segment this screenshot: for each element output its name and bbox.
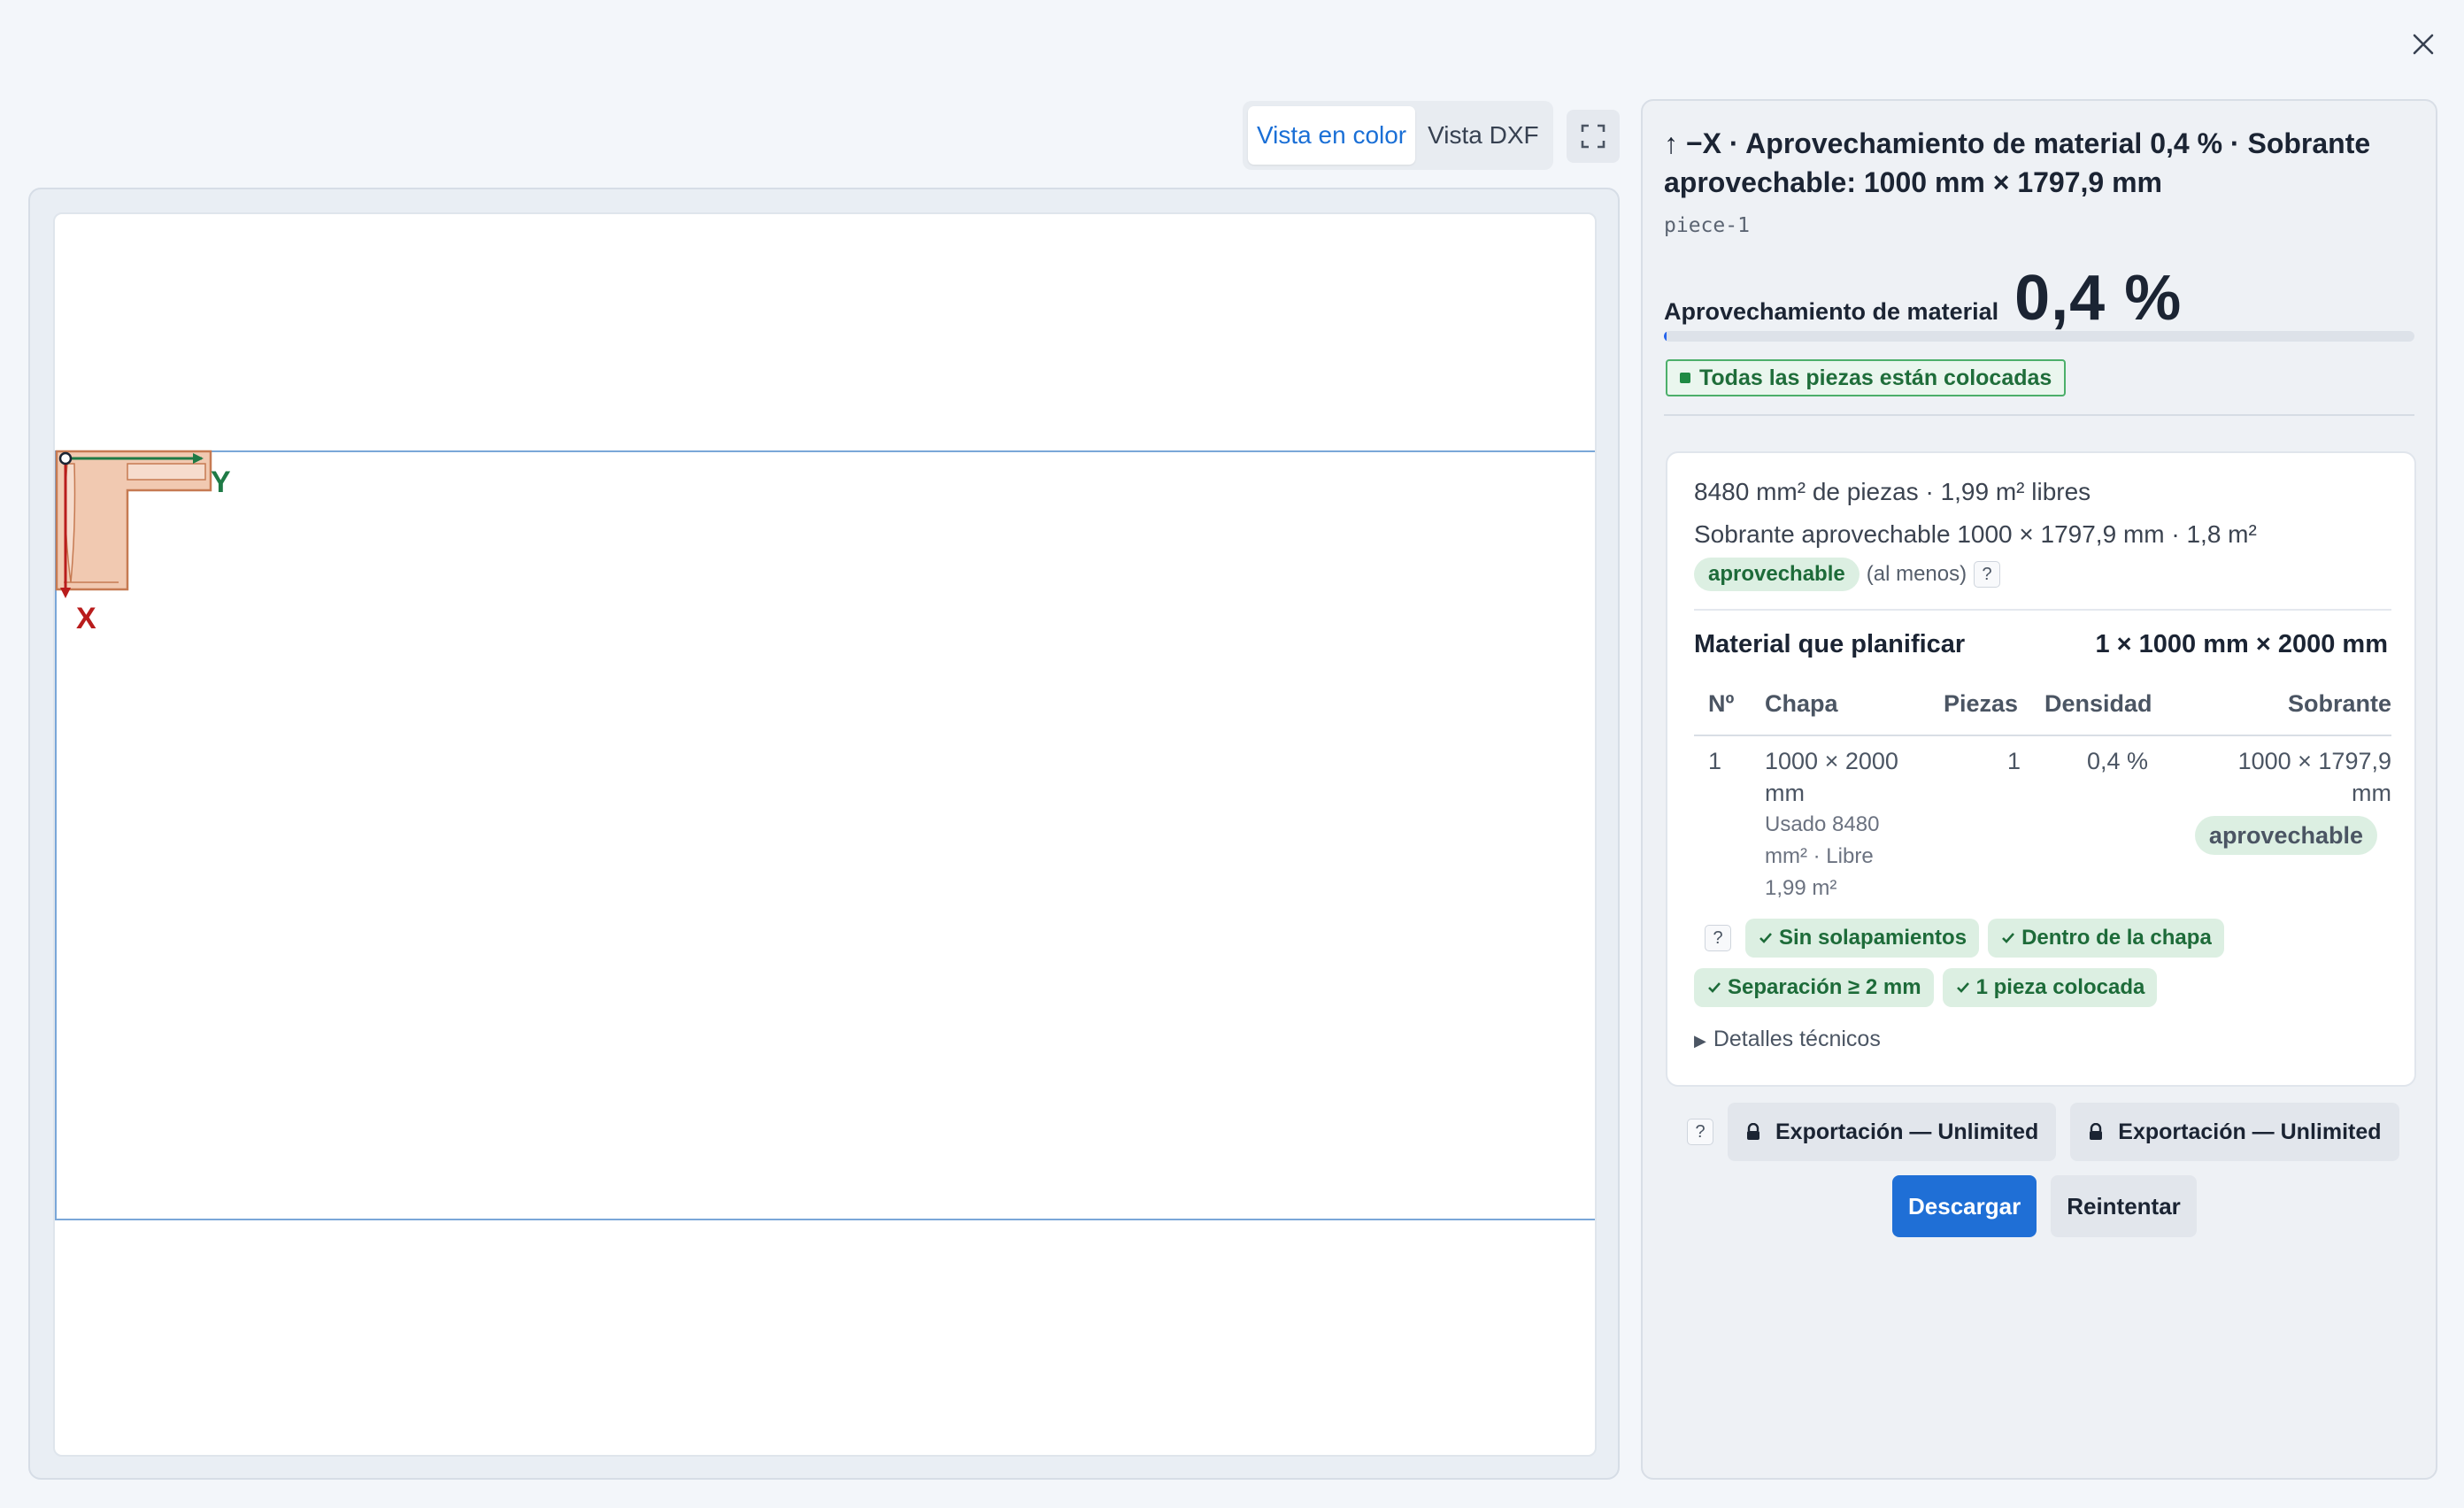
export-button-1[interactable]: Exportación — Unlimited: [1728, 1103, 2057, 1161]
axis-x-label: X: [76, 602, 96, 635]
download-button[interactable]: Descargar: [1892, 1175, 2037, 1237]
export-label: Exportación — Unlimited: [2118, 1119, 2382, 1144]
status-text: Todas las piezas están colocadas: [1699, 365, 2052, 390]
close-button[interactable]: [2402, 23, 2445, 65]
cell-used-1: Usado 8480: [1765, 812, 1880, 836]
check-icon: [1956, 982, 1969, 993]
sheet-outline: [55, 450, 1595, 1220]
cell-used-2: mm² · Libre: [1765, 844, 1874, 868]
cell-remnant-size: 1000 × 1797,9: [2237, 748, 2391, 774]
checks-help-button[interactable]: ?: [1705, 925, 1731, 951]
col-density: Densidad: [2044, 690, 2152, 717]
col-sheet: Chapa: [1765, 690, 1838, 717]
status-dot-icon: [1680, 373, 1690, 383]
reusable-tag: aprovechable: [1694, 558, 1860, 591]
remnant-tag: aprovechable: [2194, 816, 2377, 855]
triangle-right-icon: ▶: [1694, 1032, 1706, 1050]
at-least-note: (al menos): [1866, 562, 1967, 586]
utilization-label: Aprovechamiento de material: [1664, 298, 1999, 325]
check-label: Dentro de la chapa: [2021, 926, 2212, 950]
check-label: Sin solapamientos: [1779, 926, 1967, 950]
divider: [1664, 414, 2414, 416]
tab-dxf-view[interactable]: Vista DXF: [1419, 106, 1548, 165]
piece-id: piece-1: [1664, 214, 1750, 237]
utilization-row: Aprovechamiento de material 0,4 %: [1664, 262, 2182, 335]
result-title: ↑ −X · Aprovechamiento de material 0,4 %…: [1664, 127, 2371, 198]
fullscreen-icon: [1581, 124, 1605, 149]
check-label: Separación ≥ 2 mm: [1728, 975, 1921, 999]
col-no: Nº: [1708, 690, 1735, 717]
utilization-value: 0,4 %: [2014, 263, 2183, 334]
placed-piece[interactable]: [55, 450, 212, 591]
utilization-progress-fill: [1664, 331, 1667, 342]
validation-checks: ? Sin solapamientos Dentro de la chapa S…: [1694, 919, 2402, 1007]
fullscreen-button[interactable]: [1567, 110, 1620, 163]
canvas-panel: Y X: [28, 188, 1620, 1480]
origin-marker: [58, 451, 73, 465]
details-label: Detalles técnicos: [1713, 1027, 1881, 1051]
divider: [1694, 609, 2391, 611]
summary-card: 8480 mm² de piezas · 1,99 m² libres Sobr…: [1666, 451, 2416, 1087]
lock-icon: [2090, 1123, 2103, 1140]
cell-used-3: 1,99 m²: [1765, 876, 1837, 900]
check-no-overlap: Sin solapamientos: [1745, 919, 1980, 958]
result-panel: ↑ −X · Aprovechamiento de material 0,4 %…: [1641, 99, 2437, 1480]
summary-remnant: Sobrante aprovechable 1000 × 1797,9 mm ·…: [1694, 520, 2257, 548]
cell-density: 0,4 %: [2087, 748, 2149, 774]
check-label: 1 pieza colocada: [1975, 975, 2145, 999]
check-spacing: Separación ≥ 2 mm: [1694, 968, 1934, 1007]
table-row: 1 1000 × 2000 mm Usado 8480 mm² · Libre …: [1694, 745, 2391, 904]
status-badge: Todas las piezas están colocadas: [1666, 359, 2067, 396]
reusable-row: aprovechable (al menos) ?: [1694, 558, 2001, 591]
utilization-progress: [1664, 331, 2414, 342]
close-icon: [2413, 34, 2434, 55]
view-toggle: Vista en color Vista DXF: [1243, 101, 1553, 170]
action-row: Descargar Reintentar: [1892, 1175, 2197, 1237]
export-label: Exportación — Unlimited: [1775, 1119, 2039, 1144]
col-pieces: Piezas: [1944, 690, 2019, 717]
material-value: 1 × 1000 mm × 2000 mm: [2095, 630, 2388, 658]
export-help-button[interactable]: ?: [1687, 1119, 1713, 1145]
check-icon: [1759, 933, 1772, 943]
cell-sheet-size: 1000 × 2000: [1765, 748, 1898, 774]
sheets-table-header: Nº Chapa Piezas Densidad Sobrante: [1694, 685, 2391, 736]
check-icon: [2002, 933, 2015, 943]
material-label: Material que planificar: [1694, 630, 1966, 658]
nesting-canvas[interactable]: Y X: [53, 212, 1597, 1457]
retry-button[interactable]: Reintentar: [2051, 1175, 2197, 1237]
lock-icon: [1747, 1123, 1759, 1140]
technical-details-toggle[interactable]: ▶ Detalles técnicos: [1694, 1027, 1881, 1052]
axis-y-label: Y: [211, 465, 231, 499]
cell-sheet-unit: mm: [1765, 780, 1805, 806]
col-remnant: Sobrante: [2287, 690, 2391, 717]
export-button-2[interactable]: Exportación — Unlimited: [2070, 1103, 2399, 1161]
cell-remnant-unit: mm: [2352, 780, 2391, 806]
cell-pieces: 1: [2007, 748, 2021, 774]
check-icon: [1708, 982, 1721, 993]
check-pieces-placed: 1 pieza colocada: [1942, 968, 2158, 1007]
nesting-drawing: Y X: [55, 450, 1595, 1220]
export-row: ? Exportación — Unlimited Exportación — …: [1687, 1103, 2399, 1161]
tab-color-view[interactable]: Vista en color: [1248, 106, 1416, 165]
check-inside-sheet: Dentro de la chapa: [1988, 919, 2224, 958]
summary-pieces: 8480 mm² de piezas · 1,99 m² libres: [1694, 478, 2091, 505]
cell-no: 1: [1708, 748, 1722, 774]
help-button[interactable]: ?: [1974, 561, 2001, 588]
